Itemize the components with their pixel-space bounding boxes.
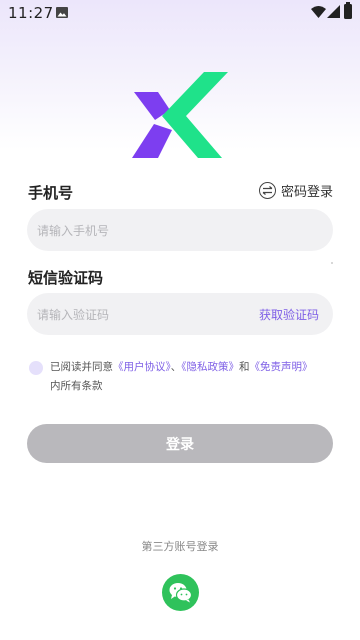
phone-input[interactable]: 请输入手机号 — [27, 209, 333, 251]
agreement-prefix: 已阅读并同意 — [50, 361, 113, 373]
code-input[interactable]: 请输入验证码 获取验证码 — [27, 293, 333, 335]
phone-placeholder: 请输入手机号 — [37, 223, 110, 238]
login-button[interactable]: 登录 — [27, 424, 333, 463]
get-code-button[interactable]: 获取验证码 — [259, 306, 319, 323]
wechat-icon — [169, 583, 192, 603]
image-icon — [56, 7, 68, 18]
swap-arrows-icon — [258, 182, 276, 199]
disclaimer-link[interactable]: 《免责声明》 — [250, 361, 313, 373]
phone-label: 手机号 — [28, 184, 74, 202]
password-login-label: 密码登录 — [280, 185, 333, 200]
signal-icon — [327, 5, 340, 18]
password-login-link[interactable]: 密码登录 — [258, 181, 333, 200]
divider-dot — [331, 262, 333, 264]
wifi-icon — [311, 6, 326, 18]
status-bar: 11:27 — [0, 0, 360, 26]
third-party-label: 第三方账号登录 — [141, 540, 219, 553]
battery-icon — [344, 2, 352, 19]
agreement-checkbox[interactable] — [29, 361, 43, 375]
agreement-sep: 、 — [170, 361, 182, 373]
agreement-text: 已阅读并同意《用户协议》、《隐私政策》和《免责声明》 内所有条款 — [50, 358, 340, 396]
code-placeholder: 请输入验证码 — [37, 307, 110, 322]
code-label: 短信验证码 — [28, 269, 104, 287]
privacy-policy-link[interactable]: 《隐私政策》 — [181, 361, 239, 373]
status-time: 11:27 — [8, 4, 54, 22]
agreement-suffix: 内所有条款 — [50, 380, 103, 392]
x-logo-icon — [132, 72, 228, 158]
wechat-login-button[interactable] — [162, 574, 199, 611]
user-agreement-link[interactable]: 《用户协议》 — [113, 361, 171, 373]
agreement-and: 和 — [239, 361, 250, 373]
